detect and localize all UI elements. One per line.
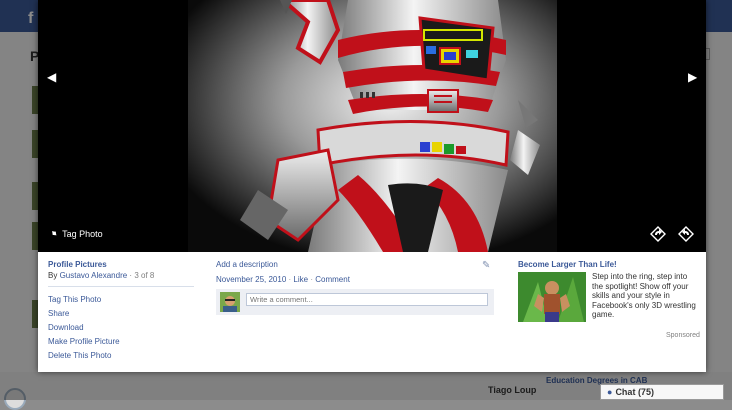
album-info: Profile Pictures By Gustavo Alexandre · … bbox=[48, 260, 194, 365]
share-link[interactable]: Share bbox=[48, 309, 194, 318]
photo-byline: By Gustavo Alexandre · 3 of 8 bbox=[48, 271, 194, 280]
next-photo-arrow-icon[interactable]: ▶ bbox=[688, 70, 697, 84]
meta-separator: · bbox=[288, 275, 292, 284]
comment-box bbox=[216, 289, 494, 315]
download-link[interactable]: Download bbox=[48, 323, 194, 332]
avatar bbox=[220, 292, 240, 312]
photo-image[interactable] bbox=[188, 0, 557, 252]
make-profile-picture-link[interactable]: Make Profile Picture bbox=[48, 337, 194, 346]
author-link[interactable]: Gustavo Alexandre bbox=[60, 271, 128, 280]
ad-body: Step into the ring, step into the spotli… bbox=[518, 272, 698, 328]
meta-separator: · bbox=[310, 275, 313, 284]
chat-person-icon: ● bbox=[607, 387, 613, 397]
ad-text: Step into the ring, step into the spotli… bbox=[592, 272, 696, 320]
album-title-link[interactable]: Profile Pictures bbox=[48, 260, 194, 269]
tag-this-photo-link[interactable]: Tag This Photo bbox=[48, 295, 194, 304]
rotate-left-icon[interactable] bbox=[649, 225, 667, 243]
photo-date[interactable]: November 25, 2010 bbox=[216, 275, 286, 284]
previous-photo-arrow-icon[interactable]: ◀ bbox=[47, 70, 56, 84]
tag-photo-label: Tag Photo bbox=[62, 228, 103, 239]
chat-label: Chat (75) bbox=[615, 387, 654, 397]
pencil-edit-icon[interactable]: ✎ bbox=[482, 260, 490, 271]
comment-link[interactable]: Comment bbox=[315, 275, 350, 284]
chat-bar-button[interactable]: ● Chat (75) bbox=[600, 384, 724, 400]
ad-image[interactable] bbox=[518, 272, 586, 322]
comment-input[interactable] bbox=[246, 293, 488, 306]
ad-title-link[interactable]: Become Larger Than Life! bbox=[518, 260, 698, 269]
add-description-link[interactable]: Add a description bbox=[216, 260, 494, 269]
photo-viewer: ◀ ▶ ♦ Tag Photo Profile Pictures By Gust… bbox=[38, 0, 706, 372]
tag-icon: ♦ bbox=[48, 227, 61, 240]
tag-photo-button[interactable]: ♦ Tag Photo bbox=[48, 227, 103, 240]
byline-prefix: By bbox=[48, 271, 58, 280]
photo-stage: ◀ ▶ ♦ Tag Photo bbox=[38, 0, 706, 252]
rotate-right-icon[interactable] bbox=[677, 225, 695, 243]
sponsored-ad: Become Larger Than Life! Step into the r… bbox=[518, 260, 698, 328]
divider bbox=[48, 286, 194, 287]
photo-count: 3 of 8 bbox=[134, 271, 155, 280]
delete-photo-link[interactable]: Delete This Photo bbox=[48, 351, 194, 360]
photo-info-panel: Profile Pictures By Gustavo Alexandre · … bbox=[38, 252, 706, 372]
sponsored-label: Sponsored bbox=[666, 332, 700, 339]
photo-actions-list: Tag This Photo Share Download Make Profi… bbox=[48, 295, 194, 360]
photo-details: Add a description ✎ November 25, 2010 · … bbox=[216, 260, 494, 315]
like-link[interactable]: Like bbox=[293, 275, 308, 284]
photo-meta: November 25, 2010 · Like · Comment bbox=[216, 275, 494, 284]
count-separator: · bbox=[129, 271, 133, 280]
